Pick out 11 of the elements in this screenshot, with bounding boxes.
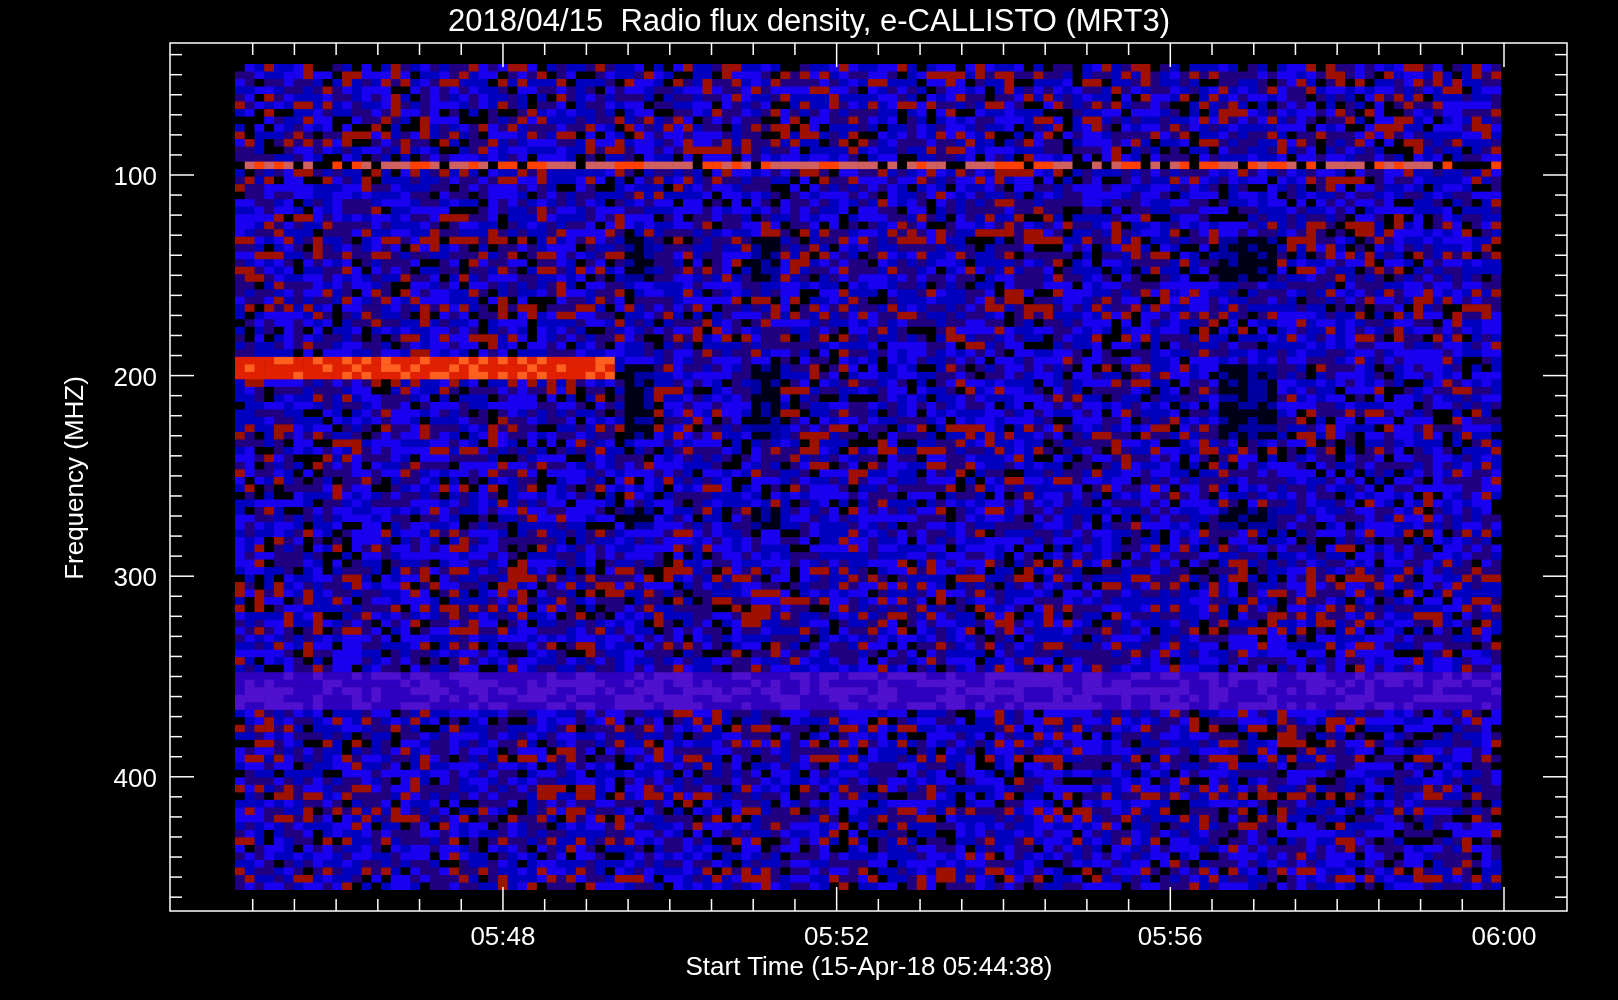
- x-tick-label: 05:56: [1137, 921, 1203, 951]
- y-tick-label: 200: [113, 361, 157, 392]
- x-tick-label: 05:48: [470, 921, 536, 951]
- x-tick-label: 06:00: [1471, 921, 1537, 951]
- plot-title: 2018/04/15 Radio flux density, e-CALLISTO (MRT3): [448, 3, 1170, 38]
- x-axis-label: Start Time (15-Apr-18 05:44:38): [685, 951, 1053, 981]
- x-tick-label: 05:52: [804, 921, 870, 951]
- y-tick-label: 300: [113, 562, 157, 593]
- y-axis-label: Frequency (MHZ): [59, 376, 89, 580]
- y-tick-label: 100: [113, 161, 157, 191]
- y-tick-label: 400: [113, 762, 157, 793]
